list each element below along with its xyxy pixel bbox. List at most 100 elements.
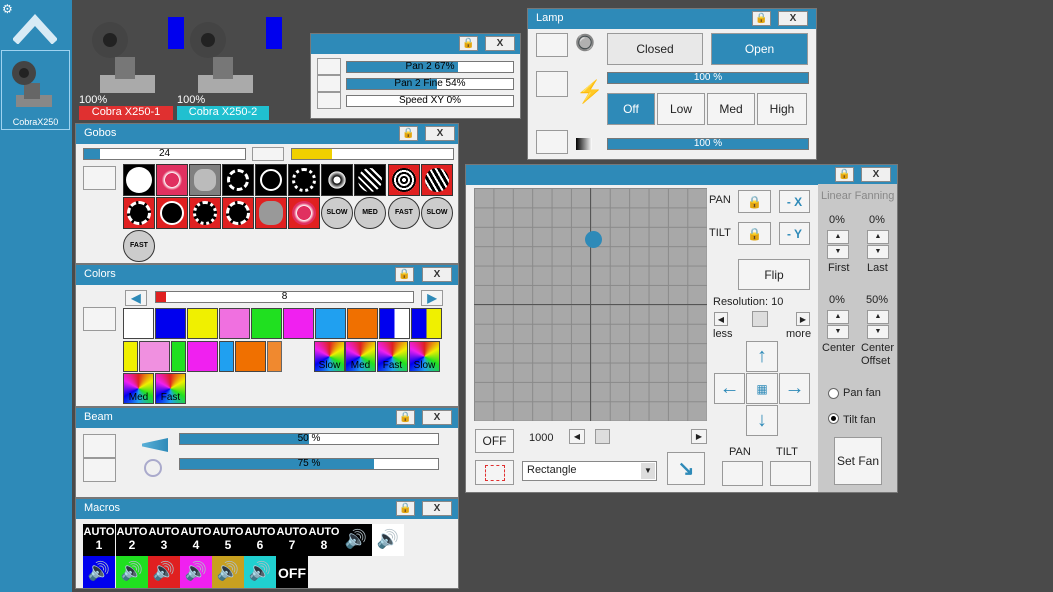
off-button[interactable]: Off xyxy=(607,93,655,125)
gobo-rings-red-tile[interactable] xyxy=(156,197,188,229)
color-split-7[interactable] xyxy=(267,341,282,372)
color-orange[interactable] xyxy=(347,308,378,339)
last-down-button[interactable]: ▼ xyxy=(867,245,889,259)
color-split-blue-yellow[interactable] xyxy=(411,308,442,339)
gobo-reset-button[interactable] xyxy=(83,166,116,190)
set-fan-button[interactable]: Set Fan xyxy=(834,437,882,485)
gobo-hex-tile[interactable] xyxy=(421,164,453,196)
open-button[interactable]: Open xyxy=(711,33,808,65)
color-bar[interactable]: 8 xyxy=(155,291,414,303)
lock-icon[interactable]: 🔒 xyxy=(396,501,415,516)
resolution-more-button[interactable]: ▶ xyxy=(796,312,810,326)
close-button[interactable]: X xyxy=(861,167,891,182)
gobo-fast-rotate-button[interactable]: FAST xyxy=(388,197,420,229)
up-chevron-icon[interactable] xyxy=(12,10,58,48)
tilt-lock-icon[interactable]: 🔒 xyxy=(738,222,771,245)
auto-7-button[interactable]: AUTO 7 xyxy=(276,524,308,556)
pan2-button[interactable] xyxy=(317,58,341,75)
gobo-slow-rotate-button[interactable]: SLOW xyxy=(321,197,353,229)
zoom-button[interactable] xyxy=(83,434,116,458)
auto-8-button[interactable]: AUTO 8 xyxy=(308,524,340,556)
color-green[interactable] xyxy=(251,308,282,339)
close-button[interactable]: X xyxy=(425,126,455,141)
frost-bar[interactable]: 75 % xyxy=(179,458,439,470)
fixture-1-name[interactable]: Cobra X250-1 xyxy=(79,106,173,120)
gobo-rings-tile[interactable] xyxy=(255,164,287,196)
sound-blue-icon[interactable]: 🔊 xyxy=(83,556,115,588)
auto-3-button[interactable]: AUTO 3 xyxy=(148,524,180,556)
low-button[interactable]: Low xyxy=(657,93,705,125)
last-up-button[interactable]: ▲ xyxy=(867,230,889,244)
gobo-fast-rotate-button-2[interactable]: FAST xyxy=(123,230,155,262)
speedxy-bar[interactable]: Speed XY 0% xyxy=(346,95,514,107)
dimmer-button[interactable] xyxy=(536,130,568,154)
auto-1-button[interactable]: AUTO 1 xyxy=(83,524,115,556)
tilt-fan-radio[interactable] xyxy=(828,413,839,424)
speed-right-button[interactable]: ▶ xyxy=(691,429,707,444)
sound-green-icon[interactable]: 🔊 xyxy=(116,556,148,588)
speedxy-button[interactable] xyxy=(317,92,341,109)
color-wheel-med[interactable]: Med xyxy=(345,341,376,372)
gobo-dots-tile[interactable] xyxy=(156,164,188,196)
color-white[interactable] xyxy=(123,308,154,339)
color-prev-button[interactable]: ◀ xyxy=(125,290,147,306)
pan-fan-radio[interactable] xyxy=(828,388,839,399)
auto-2-button[interactable]: AUTO 2 xyxy=(116,524,148,556)
color-wheel-slow[interactable]: Slow xyxy=(314,341,345,372)
speed-left-button[interactable]: ◀ xyxy=(569,429,585,444)
frost-button[interactable] xyxy=(83,458,116,482)
arrow-up-icon[interactable]: ↑ xyxy=(746,341,778,372)
sound-magenta-icon[interactable]: 🔊 xyxy=(180,556,212,588)
color-wheel-fast[interactable]: Fast xyxy=(377,341,408,372)
macro-off-button[interactable]: OFF xyxy=(276,556,308,588)
color-magenta[interactable] xyxy=(283,308,314,339)
invert-x-button[interactable]: - X xyxy=(779,190,810,213)
sound-yellow-icon[interactable]: 🔊 xyxy=(212,556,244,588)
pan2-bar[interactable]: Pan 2 67% xyxy=(346,61,514,73)
lock-icon[interactable]: 🔒 xyxy=(752,11,771,26)
lock-icon[interactable]: 🔒 xyxy=(399,126,418,141)
shape-preview-button[interactable] xyxy=(475,460,514,485)
gobo-net-tile[interactable] xyxy=(354,164,386,196)
color-blue[interactable] xyxy=(155,308,186,339)
auto-6-button[interactable]: AUTO 6 xyxy=(244,524,276,556)
gobo-swirl-tile[interactable] xyxy=(222,164,254,196)
gobo-slow-rotate-button-2[interactable]: SLOW xyxy=(421,197,453,229)
lock-icon[interactable]: 🔒 xyxy=(459,36,478,51)
fixture-1[interactable] xyxy=(80,15,184,105)
closed-button[interactable]: Closed xyxy=(607,33,703,65)
color-wheel-slow-2[interactable]: Slow xyxy=(409,341,440,372)
shape-select[interactable]: Rectangle ▼ xyxy=(522,461,657,481)
color-split-3[interactable] xyxy=(171,341,186,372)
color-split-1[interactable] xyxy=(123,341,138,372)
color-reset-button[interactable] xyxy=(83,307,116,331)
sound-white-icon[interactable]: 🔊 xyxy=(372,524,404,556)
speed-slider[interactable] xyxy=(595,429,610,444)
gobo-button[interactable] xyxy=(252,147,284,161)
sound-cyan-icon[interactable]: 🔊 xyxy=(244,556,276,588)
med-button[interactable]: Med xyxy=(707,93,755,125)
resolution-less-button[interactable]: ◀ xyxy=(714,312,728,326)
pan-lock-icon[interactable]: 🔒 xyxy=(738,190,771,213)
invert-y-button[interactable]: - Y xyxy=(779,222,810,245)
color-pink[interactable] xyxy=(219,308,250,339)
xy-pad-cursor[interactable] xyxy=(585,231,602,248)
direction-icon[interactable]: ↘ xyxy=(667,452,705,485)
close-button[interactable]: X xyxy=(422,501,452,516)
gobo-rotation-bar[interactable] xyxy=(291,148,454,160)
flip-button[interactable]: Flip xyxy=(738,259,810,290)
effect-off-button[interactable]: OFF xyxy=(475,429,514,453)
gobo-spiral-red-tile[interactable] xyxy=(189,197,221,229)
color-yellow[interactable] xyxy=(187,308,218,339)
color-split-5[interactable] xyxy=(219,341,234,372)
offset-up-button[interactable]: ▲ xyxy=(867,310,889,324)
gobo-crackle-tile[interactable] xyxy=(388,164,420,196)
gobo-spiral-tile[interactable] xyxy=(288,164,320,196)
lock-icon[interactable]: 🔒 xyxy=(395,267,414,282)
arrow-left-icon[interactable]: ← xyxy=(714,373,745,404)
pan2fine-bar[interactable]: Pan 2 Fine 54% xyxy=(346,78,514,90)
color-next-button[interactable]: ▶ xyxy=(421,290,443,306)
high-button[interactable]: High xyxy=(757,93,807,125)
color-wheel-fast-2[interactable]: Fast xyxy=(155,373,186,404)
strobe-button[interactable] xyxy=(536,71,568,97)
